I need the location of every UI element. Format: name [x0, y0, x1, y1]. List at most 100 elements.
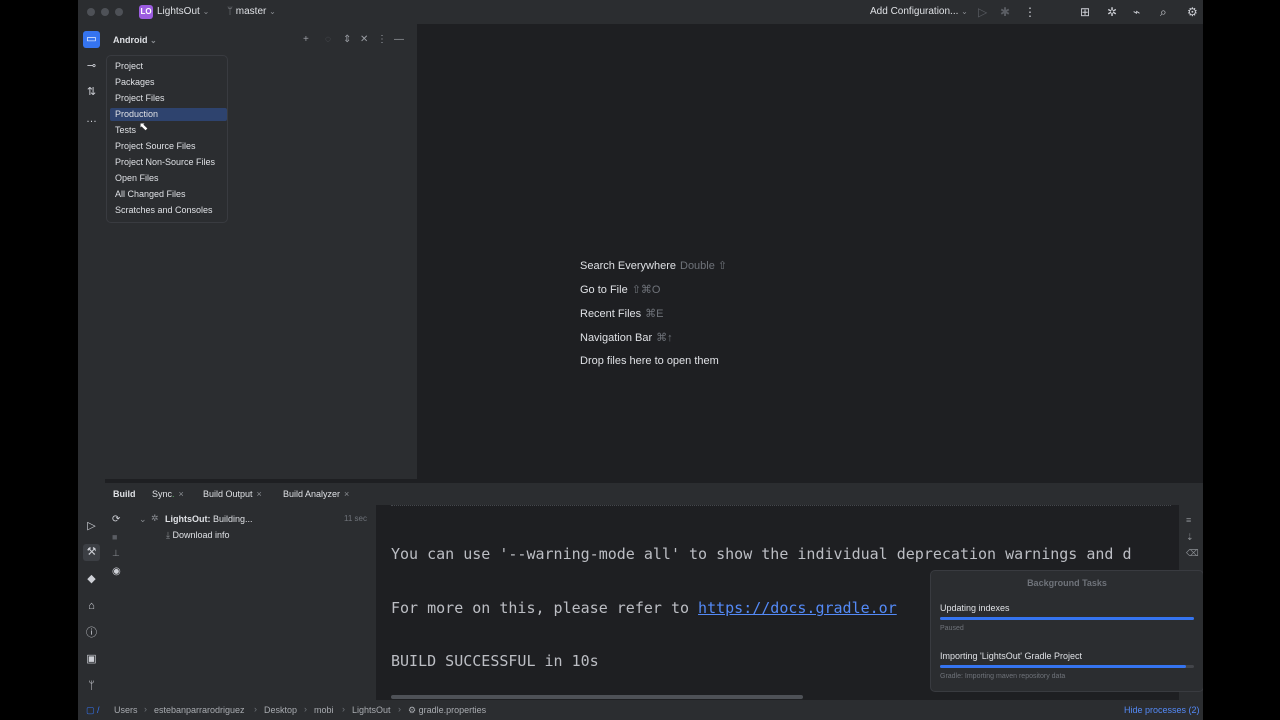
chevron-down-icon: ⌄: [150, 36, 157, 45]
chevron-down-icon[interactable]: ⌄: [139, 514, 147, 525]
close-icon[interactable]: ×: [344, 489, 349, 499]
editor-hint: Search Everywhere Double ⇧: [580, 259, 727, 272]
run-config-selector[interactable]: Add Configuration... ⌄: [870, 6, 968, 17]
minimize-window-button[interactable]: [101, 8, 109, 16]
view-option[interactable]: All Changed Files: [110, 188, 227, 201]
clipped-text-line: [391, 505, 1171, 506]
view-option[interactable]: Project Non-Source Files: [110, 156, 227, 169]
chevron-down-icon: ⌄: [202, 7, 210, 16]
stop-icon[interactable]: ■: [112, 532, 117, 542]
scroll-to-end-icon[interactable]: ⇣: [1186, 532, 1194, 543]
breadcrumb-item[interactable]: Desktop: [264, 705, 297, 715]
console-line: BUILD SUCCESSFUL in 10s: [391, 652, 599, 670]
settings-icon[interactable]: ⚙: [1187, 5, 1198, 19]
console-line-text: For more on this, please refer to: [391, 599, 699, 617]
view-option[interactable]: Production: [110, 108, 227, 121]
build-root-time: 11 sec: [344, 514, 367, 523]
build-child-label: Download info: [172, 530, 230, 540]
build-variants-icon[interactable]: ⊞: [1080, 5, 1090, 19]
vcs-root-icon[interactable]: ▢ /: [86, 705, 100, 716]
download-icon: ⤓: [166, 530, 170, 540]
breadcrumb-item[interactable]: LightsOut: [352, 705, 391, 715]
breadcrumb-item[interactable]: ⚙ gradle.properties: [408, 705, 486, 716]
project-name: LightsOut: [157, 6, 200, 17]
close-icon[interactable]: ×: [179, 489, 184, 499]
soft-wrap-icon[interactable]: ≡: [1186, 515, 1191, 525]
collapse-all-icon[interactable]: ✕: [360, 34, 368, 46]
git-icon[interactable]: ᛘ: [83, 678, 100, 695]
sync-icon[interactable]: ⟳: [112, 514, 120, 525]
view-option[interactable]: Project Files: [110, 92, 227, 105]
pull-requests-icon[interactable]: ⇅: [83, 84, 100, 101]
view-option[interactable]: Project Source Files: [110, 140, 227, 153]
view-dropdown: Project Packages Project Files Production Te…: [107, 56, 227, 222]
more-tools-icon[interactable]: …: [83, 111, 100, 128]
view-option[interactable]: Tests: [110, 124, 227, 137]
close-icon[interactable]: ×: [257, 489, 262, 499]
hint-shortcut: ⇧⌘O: [631, 284, 661, 296]
gem-icon[interactable]: ◆: [83, 571, 100, 588]
breadcrumb-item[interactable]: Users: [114, 705, 138, 715]
tab-build-analyzer[interactable]: Build Analyzer ×: [283, 489, 349, 499]
commit-icon[interactable]: ⊸: [83, 58, 100, 75]
breadcrumb-item[interactable]: mobi: [314, 705, 334, 715]
breadcrumb-item[interactable]: estebanparrarodriguez: [154, 705, 245, 715]
bug-icon[interactable]: ✲: [1107, 5, 1117, 19]
hint-shortcut: ⌘E: [645, 308, 664, 320]
view-option[interactable]: Open Files: [110, 172, 227, 185]
hint-label: Recent Files: [580, 308, 642, 320]
build-icon[interactable]: ⚒: [83, 544, 100, 561]
project-badge[interactable]: LO: [139, 5, 153, 19]
locate-icon[interactable]: ◌: [325, 34, 331, 46]
add-icon[interactable]: +: [303, 34, 309, 46]
run-config-label: Add Configuration...: [870, 6, 959, 17]
view-selector[interactable]: Android ⌄: [113, 35, 157, 45]
zoom-window-button[interactable]: [115, 8, 123, 16]
eye-icon[interactable]: ◉: [112, 566, 121, 577]
status-bar: ▢ / Hide processes (2) Users › estebanparr…: [78, 700, 1203, 720]
console-line: For more on this, please refer to https:…: [391, 599, 897, 617]
trash-icon[interactable]: ⌫: [1186, 548, 1199, 559]
task-status: Paused: [940, 625, 964, 632]
tab-build-output[interactable]: Build Output ×: [203, 489, 262, 499]
run-icon[interactable]: ▷: [83, 518, 100, 535]
hint-label: Search Everywhere: [580, 260, 676, 272]
console-line: You can use '--warning-mode all' to show…: [391, 545, 1132, 563]
gradle-docs-link[interactable]: https://docs.gradle.or: [698, 599, 897, 617]
options-icon[interactable]: ⋮: [377, 34, 387, 46]
build-tree-panel: ⟳ ■ ⊥ ◉ ⌄ ✲ LightsOut: Building... 11 se…: [105, 505, 376, 700]
view-option[interactable]: Project: [110, 60, 227, 73]
project-name-widget[interactable]: LightsOut ⌄: [157, 6, 209, 17]
problems-icon[interactable]: ⓘ: [83, 625, 100, 642]
editor-hint: Navigation Bar ⌘↑: [580, 331, 673, 344]
view-option[interactable]: Packages: [110, 76, 227, 89]
build-root-status: Building...: [213, 514, 253, 524]
tab-sync[interactable]: Sync. ×: [152, 489, 184, 499]
expand-all-icon[interactable]: ⇕: [343, 34, 351, 46]
search-icon[interactable]: ⌕: [1160, 5, 1167, 19]
background-tasks-popup: Background Tasks Updating indexes Paused I…: [931, 571, 1203, 691]
task-progress-bar: [940, 665, 1194, 668]
branch-widget[interactable]: ᛘ master ⌄: [227, 6, 276, 17]
device-icon[interactable]: ⌁: [1133, 5, 1140, 19]
gear-icon: ⚙: [408, 705, 419, 715]
horizontal-scrollbar[interactable]: [391, 695, 803, 699]
pin-icon[interactable]: ⊥: [112, 548, 120, 559]
hide-processes-link[interactable]: Hide processes (2): [1124, 705, 1200, 715]
app-inspection-icon[interactable]: ⌂: [83, 598, 100, 615]
view-option[interactable]: Scratches and Consoles: [110, 204, 227, 217]
hide-icon[interactable]: —: [394, 34, 404, 46]
breadcrumb-separator: ›: [144, 704, 147, 714]
chevron-down-icon: ⌄: [961, 7, 968, 16]
play-icon[interactable]: ▷: [978, 5, 987, 19]
title-bar: LO LightsOut ⌄ ᛘ master ⌄ Add Configurat…: [78, 0, 1203, 24]
terminal-icon[interactable]: ▣: [83, 651, 100, 668]
editor-hint: Drop files here to open them: [580, 355, 719, 367]
debug-icon[interactable]: ✱: [1000, 5, 1010, 19]
build-child-node[interactable]: ⤓ Download info: [166, 530, 230, 541]
folder-icon[interactable]: ▭: [83, 31, 100, 48]
more-icon[interactable]: ⋮: [1024, 5, 1036, 19]
close-window-button[interactable]: [87, 8, 95, 16]
editor-hint: Go to File ⇧⌘O: [580, 283, 660, 296]
build-root-node[interactable]: LightsOut: Building...: [165, 514, 253, 524]
